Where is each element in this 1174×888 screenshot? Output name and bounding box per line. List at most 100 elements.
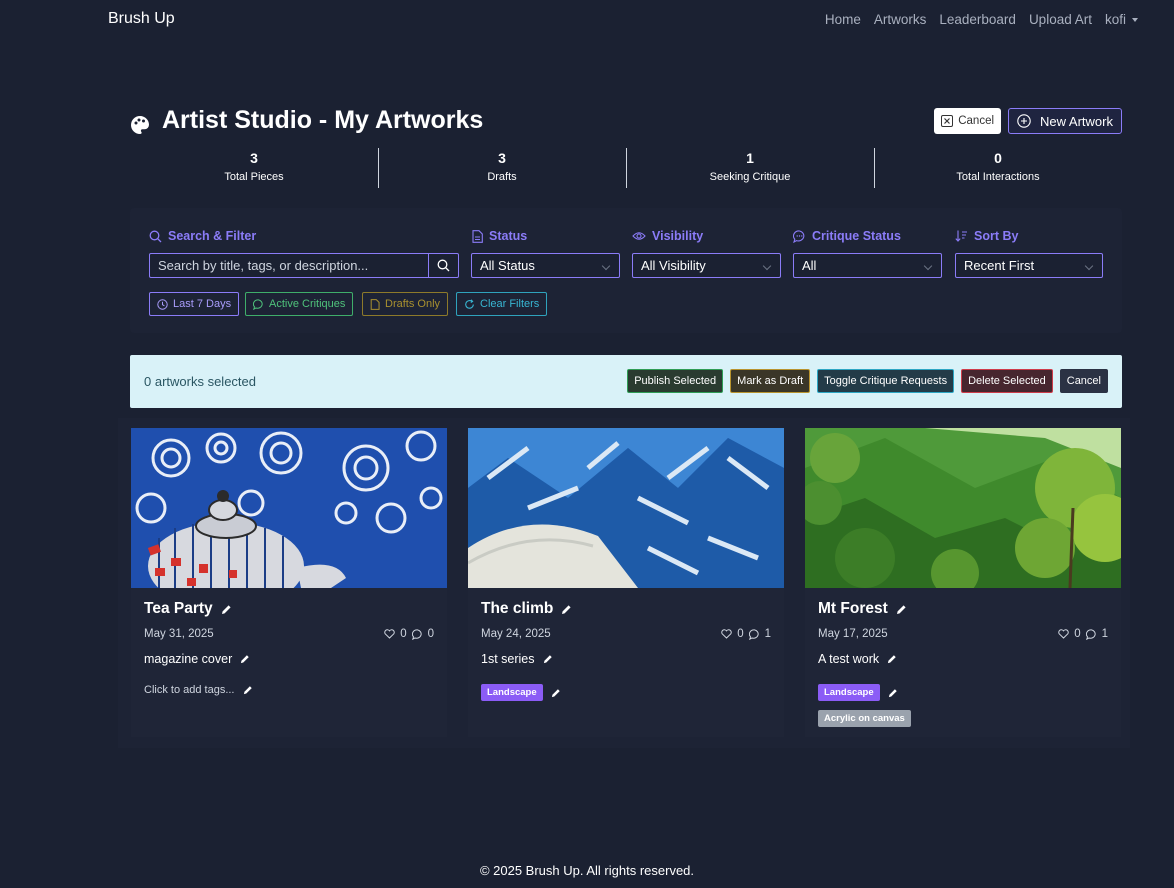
artwork-description[interactable]: A test work xyxy=(818,652,897,666)
artwork-title-text: The climb xyxy=(481,600,554,617)
nav-upload-art[interactable]: Upload Art xyxy=(1029,12,1092,27)
nav-leaderboard[interactable]: Leaderboard xyxy=(939,12,1016,27)
visibility-select[interactable]: All Visibility xyxy=(632,253,781,278)
like-count: 0 xyxy=(737,628,744,640)
chat-icon xyxy=(793,229,805,243)
artwork-card[interactable]: Mt Forest May 17, 2025 0 1 A test work L… xyxy=(805,428,1121,737)
page-title: Artist Studio - My Artworks xyxy=(162,106,484,134)
delete-selected-button[interactable]: Delete Selected xyxy=(961,369,1053,393)
user-menu-dropdown[interactable]: kofi xyxy=(1105,12,1138,27)
stat-label: Seeking Critique xyxy=(709,171,791,183)
artwork-image-tea-party[interactable] xyxy=(131,428,447,588)
footer-copyright: © 2025 Brush Up. All rights reserved. xyxy=(479,863,695,878)
palette-icon xyxy=(131,116,149,134)
artwork-description-text: 1st series xyxy=(481,652,535,666)
add-tags-prompt[interactable]: Click to add tags... xyxy=(144,684,235,696)
artwork-title[interactable]: Tea Party xyxy=(144,600,232,618)
heart-icon xyxy=(1058,629,1069,639)
active-critiques-label: Active Critiques xyxy=(269,298,346,310)
artwork-title[interactable]: The climb xyxy=(481,600,572,618)
critique-status-select[interactable]: All xyxy=(793,253,942,278)
mark-as-draft-button[interactable]: Mark as Draft xyxy=(730,369,811,393)
search-icon xyxy=(437,259,450,272)
visibility-label: Visibility xyxy=(652,229,704,243)
active-critiques-button[interactable]: Active Critiques xyxy=(245,292,354,316)
artwork-card[interactable]: The climb May 24, 2025 0 1 1st series La… xyxy=(468,428,784,737)
status-select[interactable]: All Status xyxy=(471,253,620,278)
sort-by-heading: Sort By xyxy=(955,229,1018,243)
artwork-title-text: Tea Party xyxy=(144,600,213,617)
artwork-date: May 31, 2025 xyxy=(144,628,214,640)
search-input[interactable]: Search by title, tags, or description... xyxy=(149,253,429,278)
artwork-stats: 0 1 xyxy=(1058,628,1108,640)
visibility-heading: Visibility xyxy=(632,229,703,243)
stat-value: 0 xyxy=(994,150,1002,166)
stat-drafts: 3 Drafts xyxy=(378,148,626,188)
artwork-card[interactable]: Tea Party May 31, 2025 0 0 magazine cove… xyxy=(131,428,447,737)
sort-by-label: Sort By xyxy=(974,229,1019,243)
clear-filters-label: Clear Filters xyxy=(480,298,540,310)
critique-status-label: Critique Status xyxy=(812,229,901,243)
search-button[interactable] xyxy=(429,253,459,278)
stat-value: 3 xyxy=(250,150,258,166)
artwork-description[interactable]: 1st series xyxy=(481,652,553,666)
status-label: Status xyxy=(489,229,528,243)
nav-artworks[interactable]: Artworks xyxy=(874,12,927,27)
search-filter-label: Search & Filter xyxy=(168,229,257,243)
comment-count: 1 xyxy=(764,628,771,640)
bulk-action-bar: 0 artworks selected Publish Selected Mar… xyxy=(130,355,1122,408)
tag-acrylic-on-canvas[interactable]: Acrylic on canvas xyxy=(818,710,911,727)
pencil-icon[interactable] xyxy=(543,654,553,664)
stat-label: Total Interactions xyxy=(956,171,1040,183)
stats-bar: 3 Total Pieces 3 Drafts 1 Seeking Critiq… xyxy=(130,148,1122,188)
nav-home[interactable]: Home xyxy=(825,12,861,27)
bulk-cancel-button[interactable]: Cancel xyxy=(1059,369,1108,393)
publish-selected-button[interactable]: Publish Selected xyxy=(627,369,724,393)
artwork-image-the-climb[interactable] xyxy=(468,428,784,588)
pencil-icon[interactable] xyxy=(551,688,561,698)
tag-landscape[interactable]: Landscape xyxy=(481,684,543,701)
navbar: Brush Up Home Artworks Leaderboard Uploa… xyxy=(0,0,1174,40)
chat-icon xyxy=(1085,628,1096,640)
like-count: 0 xyxy=(400,628,407,640)
new-artwork-button[interactable]: New Artwork xyxy=(1008,108,1122,134)
comment-count: 0 xyxy=(427,628,434,640)
clear-filters-button[interactable]: Clear Filters xyxy=(456,292,548,316)
sort-by-select[interactable]: Recent First xyxy=(955,253,1103,278)
pencil-icon[interactable] xyxy=(561,604,572,615)
stat-total-interactions: 0 Total Interactions xyxy=(874,148,1122,188)
artwork-date: May 17, 2025 xyxy=(818,628,888,640)
artwork-tags[interactable]: Click to add tags... xyxy=(144,684,253,696)
stat-label: Total Pieces xyxy=(224,171,284,183)
tag-landscape[interactable]: Landscape xyxy=(818,684,880,701)
pencil-icon[interactable] xyxy=(240,654,250,664)
drafts-only-button[interactable]: Drafts Only xyxy=(362,292,449,316)
heart-icon xyxy=(384,629,395,639)
eye-icon xyxy=(632,232,646,240)
artwork-stats: 0 1 xyxy=(721,628,771,640)
artwork-tags[interactable]: Landscape xyxy=(481,684,561,701)
pencil-icon[interactable] xyxy=(243,685,253,695)
artwork-title-text: Mt Forest xyxy=(818,600,888,617)
chat-icon xyxy=(253,298,263,310)
sort-icon xyxy=(955,230,967,242)
toggle-critique-requests-button[interactable]: Toggle Critique Requests xyxy=(817,369,955,393)
pencil-icon[interactable] xyxy=(887,654,897,664)
header-cancel-button[interactable]: Cancel xyxy=(934,108,1002,134)
heart-icon xyxy=(721,629,732,639)
last-7-days-button[interactable]: Last 7 Days xyxy=(149,292,240,316)
artwork-description[interactable]: magazine cover xyxy=(144,652,250,666)
pencil-icon[interactable] xyxy=(221,604,232,615)
clock-icon xyxy=(157,298,168,310)
artwork-title[interactable]: Mt Forest xyxy=(818,600,907,618)
selected-count: 0 artworks selected xyxy=(144,374,256,389)
plus-circle-icon xyxy=(1017,114,1031,128)
search-filter-heading: Search & Filter xyxy=(149,229,256,243)
filter-panel: Search & Filter Search by title, tags, o… xyxy=(130,208,1122,333)
artwork-tags[interactable]: Landscape xyxy=(818,684,898,701)
pencil-icon[interactable] xyxy=(888,688,898,698)
pencil-icon[interactable] xyxy=(896,604,907,615)
brand-logo[interactable]: Brush Up xyxy=(108,10,175,28)
stat-value: 1 xyxy=(746,150,754,166)
artwork-image-mt-forest[interactable] xyxy=(805,428,1121,588)
